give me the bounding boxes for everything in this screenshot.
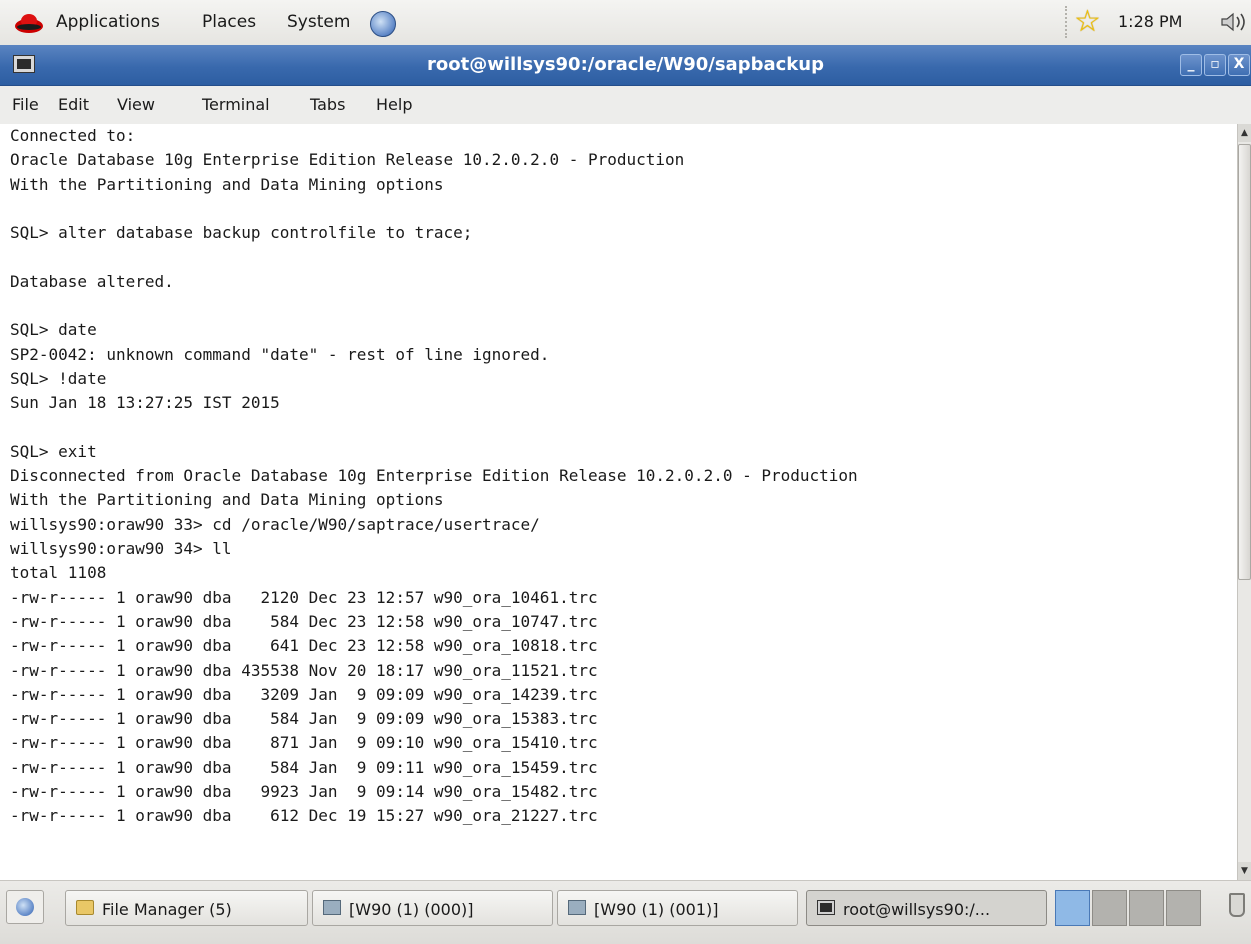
window-icon xyxy=(568,900,586,915)
menu-tabs[interactable]: Tabs xyxy=(310,95,345,114)
scroll-down-arrow-icon[interactable]: ▼ xyxy=(1238,862,1251,880)
clock[interactable]: 1:28 PM xyxy=(1118,12,1182,31)
task-w90-000[interactable]: [W90 (1) (000)] xyxy=(312,890,553,926)
task-label: root@willsys90:/... xyxy=(843,900,991,919)
task-label: File Manager (5) xyxy=(102,900,232,919)
workspace-3[interactable] xyxy=(1129,890,1164,926)
task-w90-001[interactable]: [W90 (1) (001)] xyxy=(557,890,798,926)
workspace-2[interactable] xyxy=(1092,890,1127,926)
terminal-icon xyxy=(817,900,835,915)
menu-view[interactable]: View xyxy=(117,95,155,114)
system-menu[interactable]: System xyxy=(287,10,350,34)
panel-separator xyxy=(1065,6,1073,38)
menu-edit[interactable]: Edit xyxy=(58,95,89,114)
places-menu[interactable]: Places xyxy=(202,10,256,34)
terminal-output[interactable]: Connected to: Oracle Database 10g Enterp… xyxy=(0,124,1237,880)
bottom-taskbar: File Manager (5) [W90 (1) (000)] [W90 (1… xyxy=(0,880,1251,944)
maximize-button[interactable]: ▫ xyxy=(1204,54,1226,76)
redhat-logo-icon[interactable] xyxy=(14,12,44,34)
task-label: [W90 (1) (001)] xyxy=(594,900,719,919)
workspace-1[interactable] xyxy=(1055,890,1090,926)
scroll-up-arrow-icon[interactable]: ▲ xyxy=(1238,124,1251,142)
menu-help[interactable]: Help xyxy=(376,95,412,114)
close-button[interactable]: X xyxy=(1228,54,1250,76)
window-title: root@willsys90:/oracle/W90/sapbackup xyxy=(427,54,824,75)
task-label: [W90 (1) (000)] xyxy=(349,900,474,919)
star-icon[interactable]: ☆ xyxy=(1074,7,1101,37)
terminal-scrollbar[interactable]: ▲ ▼ xyxy=(1237,124,1251,880)
menu-file[interactable]: File xyxy=(12,95,39,114)
minimize-button[interactable]: _ xyxy=(1180,54,1202,76)
window-titlebar[interactable]: root@willsys90:/oracle/W90/sapbackup _ ▫… xyxy=(0,45,1251,86)
window-icon xyxy=(323,900,341,915)
task-root-terminal[interactable]: root@willsys90:/... xyxy=(806,890,1047,926)
network-icon[interactable] xyxy=(370,11,396,37)
task-file-manager[interactable]: File Manager (5) xyxy=(65,890,308,926)
show-desktop-icon[interactable] xyxy=(6,890,44,924)
volume-icon[interactable] xyxy=(1220,11,1251,33)
applications-menu[interactable]: Applications xyxy=(56,10,160,34)
menu-terminal[interactable]: Terminal xyxy=(202,95,270,114)
workspace-4[interactable] xyxy=(1166,890,1201,926)
scrollbar-thumb[interactable] xyxy=(1238,144,1251,580)
menu-bar: File Edit View Terminal Tabs Help xyxy=(0,86,1251,125)
trash-icon[interactable] xyxy=(1229,893,1245,917)
folder-icon xyxy=(76,900,94,915)
top-panel: Applications Places System ☆ 1:28 PM xyxy=(0,0,1251,46)
terminal-text: Connected to: Oracle Database 10g Enterp… xyxy=(10,126,858,826)
